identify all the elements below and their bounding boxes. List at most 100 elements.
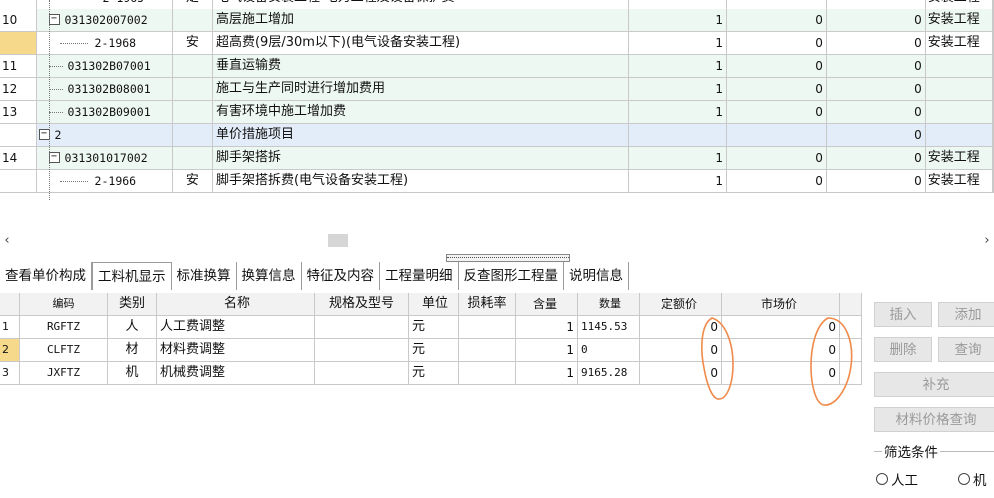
cell-market-price[interactable]: 0 xyxy=(722,339,840,362)
cell-spec[interactable] xyxy=(315,339,409,362)
cell-quota-price[interactable]: 0 xyxy=(640,362,722,385)
column-header[interactable]: 市场价 xyxy=(722,293,840,316)
row-index xyxy=(0,124,37,147)
cell-amount[interactable]: 1145.53 xyxy=(578,316,640,339)
tab-4[interactable]: 换算信息 xyxy=(237,262,302,290)
row-code: 2-1968 xyxy=(94,36,137,50)
cell-code[interactable]: CLFTZ xyxy=(20,339,108,362)
row-index: 12 xyxy=(0,78,37,101)
cell-end[interactable] xyxy=(840,339,862,362)
cell-category[interactable]: 机 xyxy=(108,362,157,385)
row-quantity: 1 xyxy=(629,9,728,32)
cell-quota-price[interactable]: 0 xyxy=(640,316,722,339)
collapse-toggle-icon[interactable]: − xyxy=(48,14,60,25)
column-header[interactable] xyxy=(0,293,20,316)
cell-loss[interactable] xyxy=(459,316,516,339)
row-index[interactable]: 3 xyxy=(0,362,20,385)
tab-7[interactable]: 反查图形工程量 xyxy=(459,262,564,290)
horizontal-scrollbar[interactable]: ‹ › xyxy=(0,232,994,249)
tab-5[interactable]: 特征及内容 xyxy=(302,262,380,290)
cell-market-price[interactable]: 0 xyxy=(722,362,840,385)
cell-amount[interactable]: 9165.28 xyxy=(578,362,640,385)
column-header[interactable]: 含量 xyxy=(516,293,578,316)
tab-3[interactable]: 标准换算 xyxy=(172,262,237,290)
tab-2[interactable]: 工料机显示 xyxy=(92,262,172,290)
row-name: 高层施工增加 xyxy=(212,9,630,32)
row-name: 有害环境中施工增加费 xyxy=(212,101,630,124)
cell-code[interactable]: RGFTZ xyxy=(20,316,108,339)
table-row[interactable]: 10−031302007002 高层施工增加 1 0 0 安装工程 xyxy=(0,9,994,32)
column-header[interactable]: 数量 xyxy=(578,293,640,316)
column-header[interactable]: 编码 xyxy=(20,293,108,316)
cell-code[interactable]: JXFTZ xyxy=(20,362,108,385)
cell-name[interactable]: 人工费调整 xyxy=(157,316,315,339)
table-row[interactable]: 3 JXFTZ 机机械费调整元 1 9165.28 0 0 xyxy=(0,362,862,385)
tab-6[interactable]: 工程量明细 xyxy=(380,262,459,290)
supplement-button[interactable]: 补充 xyxy=(874,372,994,397)
cell-category[interactable]: 人 xyxy=(108,316,157,339)
scroll-thumb[interactable] xyxy=(328,234,348,247)
radio-machine[interactable]: 机 xyxy=(958,469,987,489)
table-row[interactable]: 1 RGFTZ 人人工费调整元 1 1145.53 0 0 xyxy=(0,316,862,339)
table-row[interactable]: −2 单价措施项目 0 xyxy=(0,124,994,147)
cell-end[interactable] xyxy=(840,362,862,385)
query-button[interactable]: 查询 xyxy=(938,337,994,362)
row-index: 14 xyxy=(0,147,37,170)
table-row[interactable]: 2-1968 安超高费(9层/30m以下)(电气设备安装工程) 1 0 0 安装工程 xyxy=(0,32,994,55)
table-row[interactable]: 11 031302B07001 垂直运输费 1 0 0 xyxy=(0,55,994,78)
insert-button[interactable]: 插入 xyxy=(874,302,932,327)
row-spec xyxy=(925,55,993,78)
scroll-left-icon[interactable]: ‹ xyxy=(0,232,14,249)
row-code-cell: 031302B07001 xyxy=(36,55,173,78)
column-header[interactable]: 规格及型号 xyxy=(315,293,409,316)
table-row[interactable]: 2 CLFTZ 材材料费调整元 1 0 0 0 xyxy=(0,339,862,362)
panel-splitter[interactable] xyxy=(446,254,570,262)
tree-connector xyxy=(59,181,88,182)
cell-spec[interactable] xyxy=(315,316,409,339)
cell-loss[interactable] xyxy=(459,339,516,362)
row-index[interactable]: 2 xyxy=(0,339,20,362)
row-quantity: 1 xyxy=(629,32,728,55)
column-header[interactable]: 单位 xyxy=(409,293,459,316)
cell-content[interactable]: 1 xyxy=(516,316,578,339)
row-quantity: 1 xyxy=(629,170,728,193)
radio-labor[interactable]: 人工 xyxy=(876,469,918,489)
delete-button[interactable]: 删除 xyxy=(874,337,932,362)
table-row[interactable]: 13 031302B09001 有害环境中施工增加费 1 0 0 xyxy=(0,101,994,124)
column-header[interactable] xyxy=(840,293,862,316)
tab-8[interactable]: 说明信息 xyxy=(564,262,629,290)
row-type xyxy=(172,9,213,32)
table-row[interactable]: 14−031301017002 脚手架搭拆 1 0 0 安装工程 xyxy=(0,147,994,170)
row-code: 031302B09001 xyxy=(67,105,151,119)
material-price-query-button[interactable]: 材料价格查询 xyxy=(874,407,994,432)
column-header[interactable]: 名称 xyxy=(157,293,315,316)
cell-unit[interactable]: 元 xyxy=(409,316,459,339)
table-row[interactable]: 12 031302B08001 施工与生产同时进行增加费用 1 0 0 xyxy=(0,78,994,101)
cell-market-price[interactable]: 0 xyxy=(722,316,840,339)
column-header[interactable]: 定额价 xyxy=(640,293,722,316)
cell-loss[interactable] xyxy=(459,362,516,385)
collapse-toggle-icon[interactable]: − xyxy=(38,129,50,140)
row-index xyxy=(0,170,37,193)
tab-1[interactable]: 查看单价构成 xyxy=(0,262,92,290)
scroll-right-icon[interactable]: › xyxy=(980,232,994,249)
cell-content[interactable]: 1 xyxy=(516,339,578,362)
cell-name[interactable]: 机械费调整 xyxy=(157,362,315,385)
cell-unit[interactable]: 元 xyxy=(409,362,459,385)
row-value-b: 0 xyxy=(826,78,926,101)
cell-quota-price[interactable]: 0 xyxy=(640,339,722,362)
cell-spec[interactable] xyxy=(315,362,409,385)
row-spec: 安装工程 xyxy=(925,9,993,32)
cell-name[interactable]: 材料费调整 xyxy=(157,339,315,362)
cell-unit[interactable]: 元 xyxy=(409,339,459,362)
add-button[interactable]: 添加 xyxy=(938,302,994,327)
collapse-toggle-icon[interactable]: − xyxy=(48,152,60,163)
column-header[interactable]: 损耗率 xyxy=(459,293,516,316)
column-header[interactable]: 类别 xyxy=(108,293,157,316)
table-row[interactable]: 2-1966 安脚手架搭拆费(电气设备安装工程) 1 0 0 安装工程 xyxy=(0,170,994,193)
cell-category[interactable]: 材 xyxy=(108,339,157,362)
cell-amount[interactable]: 0 xyxy=(578,339,640,362)
row-index[interactable]: 1 xyxy=(0,316,20,339)
cell-content[interactable]: 1 xyxy=(516,362,578,385)
cell-end[interactable] xyxy=(840,316,862,339)
